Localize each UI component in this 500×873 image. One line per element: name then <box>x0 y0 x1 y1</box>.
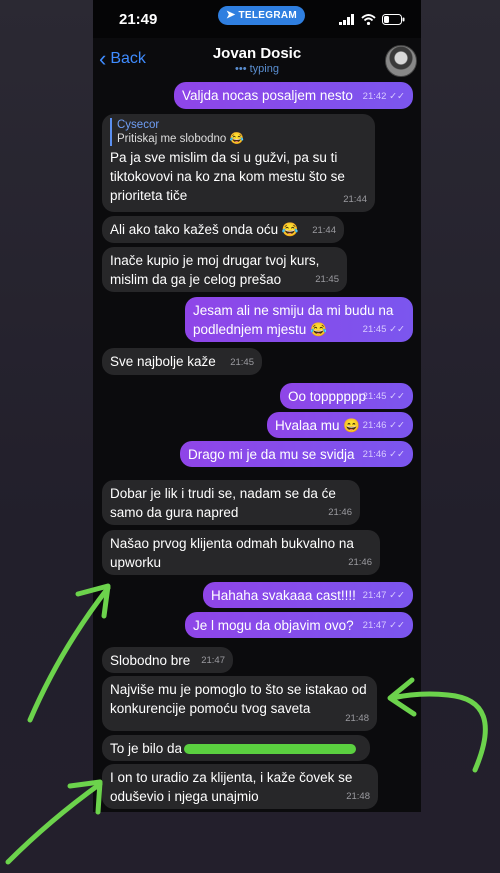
arrow-annotation <box>27 585 111 723</box>
photo-frame: 21:49 ➤ TELEGRAM ‹ Back Jovan Dosic ••• ty… <box>0 0 500 873</box>
annotation-arrows <box>5 583 488 865</box>
arrow-annotation <box>389 691 488 773</box>
arrow-annotation <box>5 781 103 865</box>
